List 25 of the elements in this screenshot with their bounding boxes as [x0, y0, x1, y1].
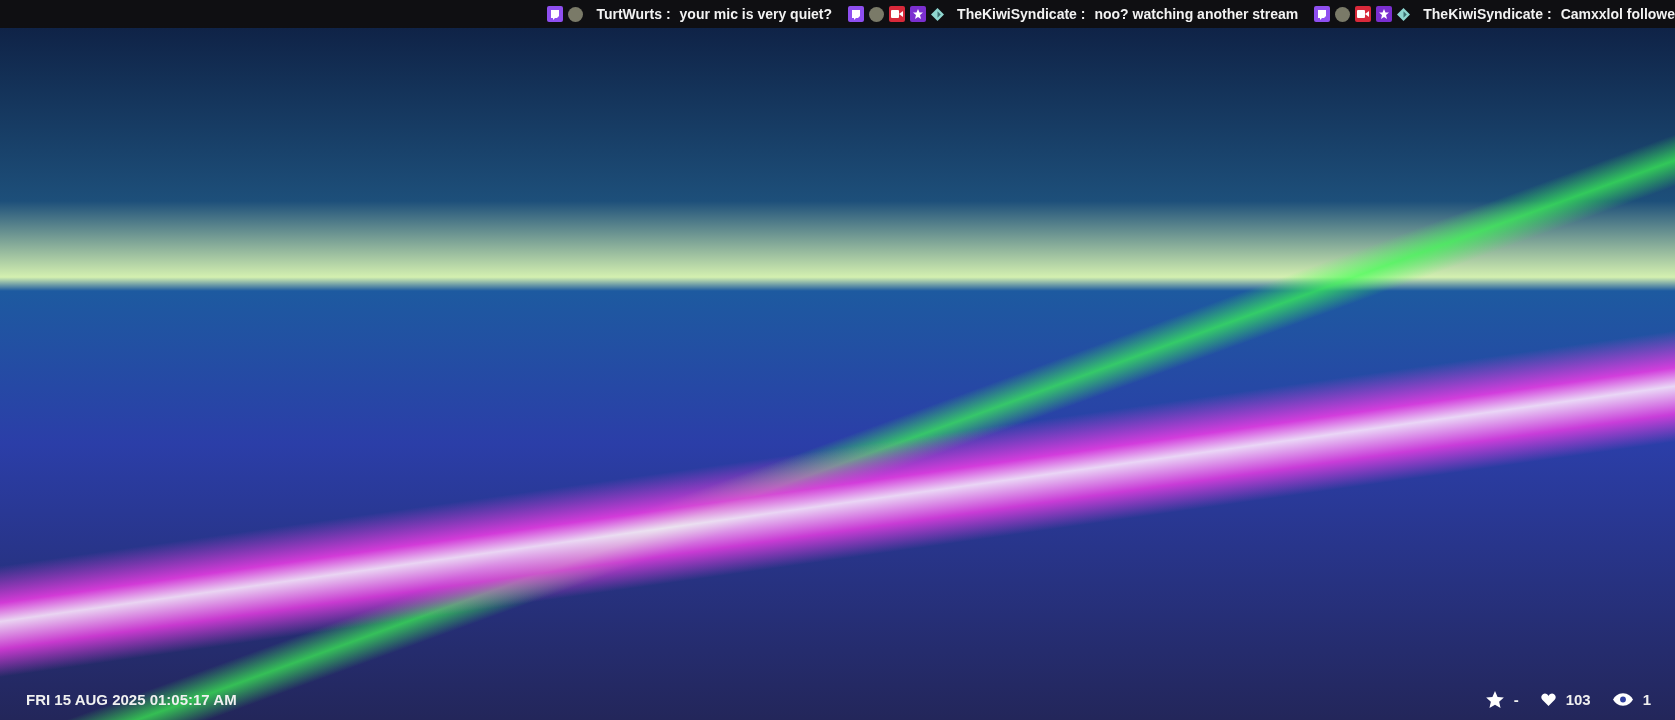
eye-icon	[1612, 693, 1633, 706]
chat-username: TurtWurts :	[596, 6, 671, 22]
star-icon	[910, 6, 927, 22]
camera-icon	[1355, 6, 1372, 22]
star-icon	[1485, 691, 1504, 708]
camera-icon	[889, 6, 906, 22]
chat-bubble-icon	[848, 6, 865, 22]
chat-message: noo? watching another stream	[1094, 6, 1299, 22]
avatar-icon	[869, 6, 885, 22]
chat-username: TheKiwiSyndicate :	[1423, 6, 1552, 22]
stat-value: 1	[1642, 691, 1651, 708]
stat-value: 103	[1565, 691, 1591, 708]
date-time: FRI 15 AUG 2025 01:05:17 AM	[26, 691, 237, 708]
diamond-icon	[931, 7, 945, 21]
chat-bubble-icon	[547, 6, 564, 22]
chat-bubble-icon	[1314, 6, 1331, 22]
chat-username: TheKiwiSyndicate :	[957, 6, 1086, 22]
diamond-icon	[1397, 7, 1411, 21]
avatar-icon	[1335, 6, 1351, 22]
chat-message: your mic is very quiet?	[679, 6, 833, 22]
avatar-icon	[568, 6, 584, 22]
star-icon	[1376, 6, 1393, 22]
stat-value: -	[1513, 691, 1519, 708]
heart-icon	[1540, 693, 1556, 706]
chat-message: Camxxlol followe	[1560, 6, 1675, 22]
